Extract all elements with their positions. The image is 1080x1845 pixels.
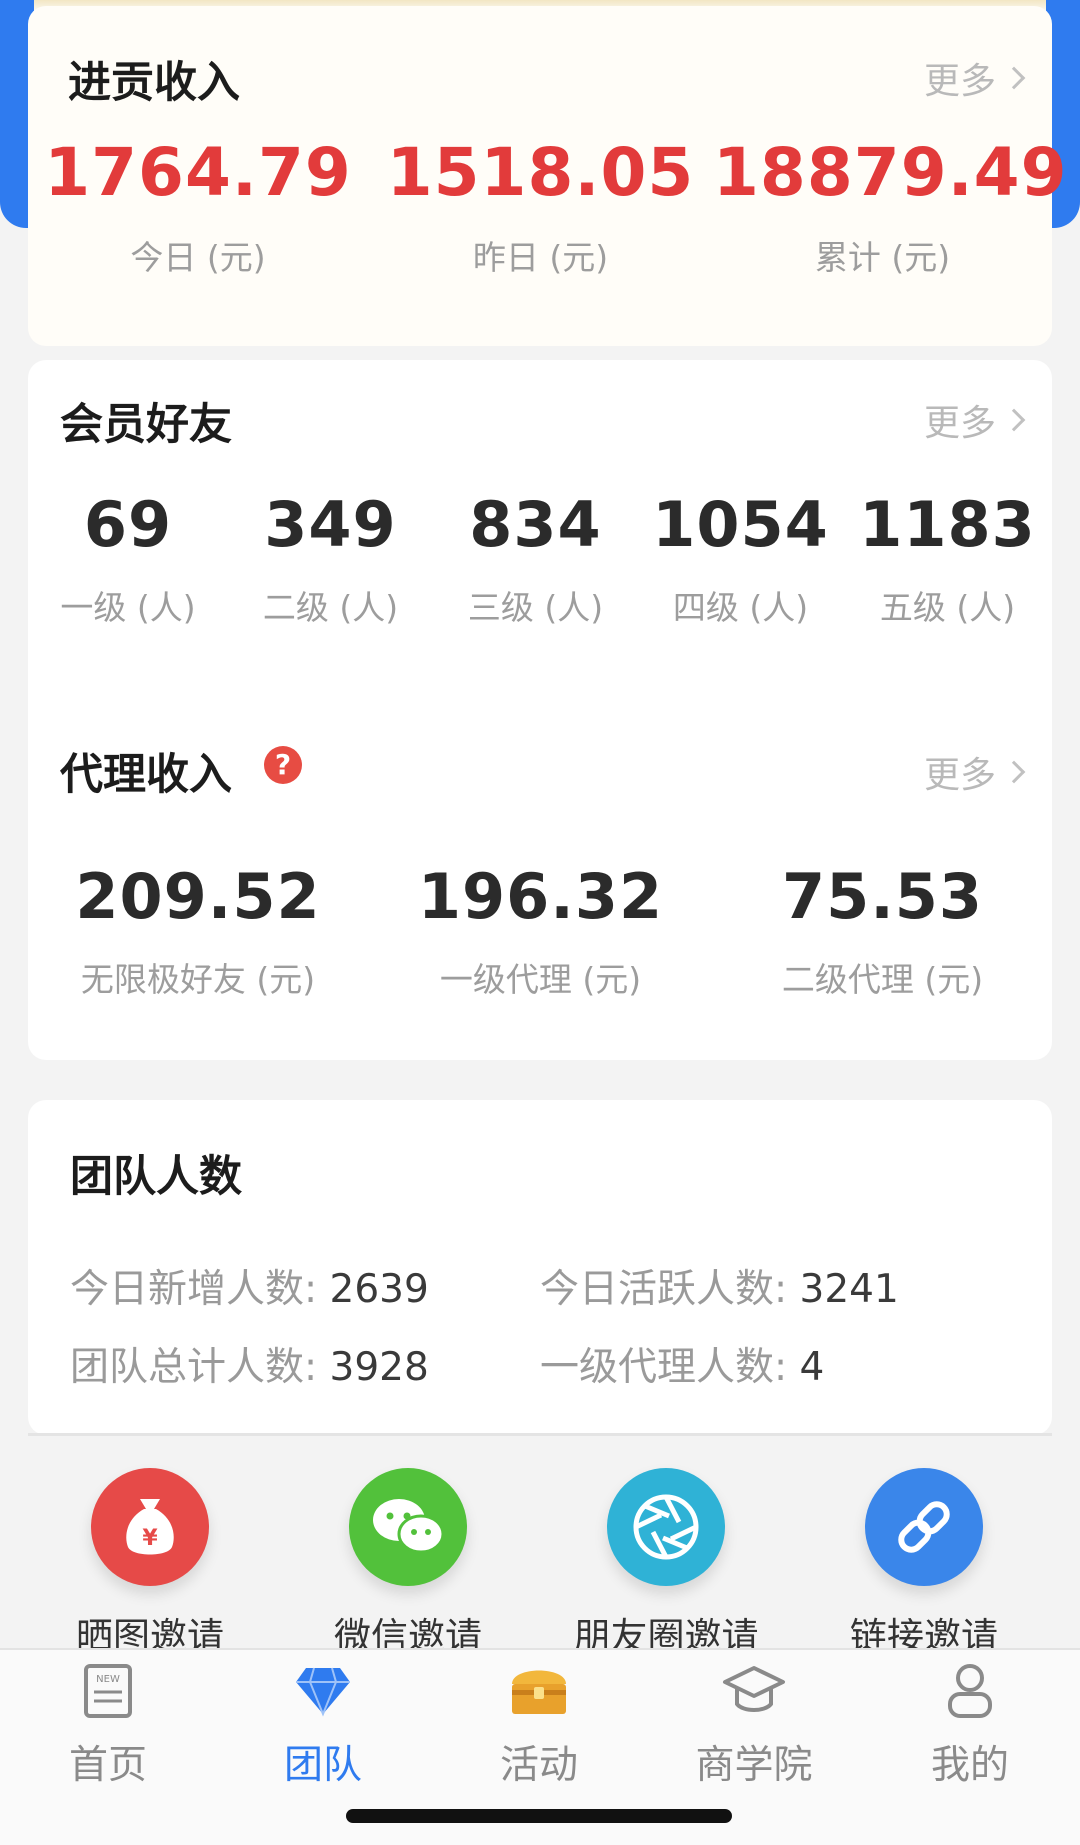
income-card: 进贡收入 更多 1764.79 今日 (元) 1518.05 昨日 (元) 18… <box>28 6 1068 346</box>
team-active-today-value: 3241 <box>799 1267 899 1312</box>
member-level-3[interactable]: 834 三级 (人) <box>433 488 638 629</box>
income-total[interactable]: 18879.49 累计 (元) <box>713 134 1068 279</box>
invite-wechat[interactable]: 微信邀请 <box>298 1468 518 1652</box>
team-agent-count-label: 一级代理人数: <box>540 1345 800 1390</box>
member-level-4-label: 四级 (人) <box>672 588 809 627</box>
tab-mine[interactable]: 我的 <box>890 1660 1050 1790</box>
more-label: 更多 <box>923 755 996 796</box>
diamond-icon <box>243 1660 403 1730</box>
agent-level-1-value: 196.32 <box>417 860 664 933</box>
income-today[interactable]: 1764.79 今日 (元) <box>28 134 368 279</box>
team-page: 进贡收入 更多 1764.79 今日 (元) 1518.05 昨日 (元) 18… <box>0 0 1080 1845</box>
team-new-today-value: 2639 <box>329 1267 429 1312</box>
invite-photo[interactable]: ¥ 晒图邀请 <box>40 1468 260 1652</box>
svg-text:NEW: NEW <box>96 1674 120 1685</box>
bottom-tab-bar: NEW 首页 团队 活动 商学院 我的 <box>0 1648 1080 1845</box>
link-icon <box>865 1468 983 1586</box>
members-card: 会员好友 更多 69 一级 (人) 349 二级 (人) 834 三级 (人) … <box>28 360 1052 1060</box>
members-more-link[interactable]: 更多 <box>923 394 1026 446</box>
member-level-4[interactable]: 1054 四级 (人) <box>638 488 843 629</box>
income-today-value: 1764.79 <box>44 134 352 211</box>
tab-activity[interactable]: 活动 <box>459 1660 619 1790</box>
team-new-today: 今日新增人数: 2639 <box>70 1258 429 1314</box>
member-level-2-value: 349 <box>264 488 397 561</box>
members-title: 会员好友 <box>60 400 232 450</box>
income-today-label: 今日 (元) <box>130 238 266 277</box>
team-new-today-label: 今日新增人数: <box>70 1267 330 1312</box>
member-level-4-value: 1054 <box>652 488 829 561</box>
agent-title: 代理收入 <box>60 750 232 800</box>
divider <box>28 1433 1052 1436</box>
agent-more-link[interactable]: 更多 <box>923 746 1026 798</box>
team-total-value: 3928 <box>329 1345 429 1390</box>
aperture-icon <box>607 1468 725 1586</box>
member-level-1-label: 一级 (人) <box>60 588 196 627</box>
tab-mine-label: 我的 <box>930 1743 1009 1788</box>
agent-level-2-label: 二级代理 (元) <box>781 960 984 999</box>
tab-academy-label: 商学院 <box>695 1743 813 1788</box>
svg-text:¥: ¥ <box>142 1526 158 1551</box>
team-agent-count: 一级代理人数: 4 <box>540 1336 824 1392</box>
user-icon <box>890 1660 1050 1730</box>
agent-unlimited-value: 209.52 <box>75 860 321 933</box>
team-active-today: 今日活跃人数: 3241 <box>540 1258 899 1314</box>
income-total-label: 累计 (元) <box>814 238 951 277</box>
news-icon: NEW <box>28 1660 188 1730</box>
agent-unlimited-label: 无限极好友 (元) <box>80 960 316 999</box>
income-more-link[interactable]: 更多 <box>923 52 1026 104</box>
income-total-value: 18879.49 <box>713 134 1068 211</box>
tab-home-label: 首页 <box>68 1743 147 1788</box>
member-level-3-value: 834 <box>469 488 602 561</box>
more-label: 更多 <box>923 403 996 444</box>
agent-level-2-value: 75.53 <box>781 860 984 933</box>
more-label: 更多 <box>923 61 996 102</box>
income-yesterday-label: 昨日 (元) <box>472 238 609 277</box>
team-total-label: 团队总计人数: <box>70 1345 330 1390</box>
member-level-2-label: 二级 (人) <box>262 588 399 627</box>
member-level-1-value: 69 <box>83 488 173 561</box>
tab-activity-label: 活动 <box>499 1743 578 1788</box>
agent-unlimited[interactable]: 209.52 无限极好友 (元) <box>28 860 368 1001</box>
member-level-2[interactable]: 349 二级 (人) <box>228 488 433 629</box>
member-level-5-value: 1183 <box>859 488 1036 561</box>
income-title: 进贡收入 <box>68 58 240 108</box>
treasure-chest-icon <box>459 1660 619 1730</box>
chevron-right-icon <box>1002 66 1026 90</box>
invite-link[interactable]: 链接邀请 <box>814 1468 1034 1652</box>
invite-photo-label: 晒图邀请 <box>76 1615 224 1652</box>
team-agent-count-value: 4 <box>799 1345 825 1390</box>
income-yesterday-value: 1518.05 <box>386 134 695 211</box>
graduation-cap-icon <box>674 1660 834 1730</box>
member-level-3-label: 三级 (人) <box>467 588 604 627</box>
agent-level-2[interactable]: 75.53 二级代理 (元) <box>713 860 1052 1001</box>
invite-moments-label: 朋友圈邀请 <box>573 1615 759 1652</box>
tab-team[interactable]: 团队 <box>243 1660 403 1790</box>
tab-home[interactable]: NEW 首页 <box>28 1660 188 1790</box>
money-bag-icon: ¥ <box>91 1468 209 1586</box>
team-total: 团队总计人数: 3928 <box>70 1336 429 1392</box>
member-level-5[interactable]: 1183 五级 (人) <box>843 488 1052 629</box>
chevron-right-icon <box>1002 760 1026 784</box>
tab-team-label: 团队 <box>283 1743 362 1788</box>
help-icon[interactable]: ? <box>264 746 302 784</box>
invite-moments[interactable]: 朋友圈邀请 <box>556 1468 776 1652</box>
member-level-5-label: 五级 (人) <box>879 588 1016 627</box>
home-indicator[interactable] <box>346 1809 732 1823</box>
invite-link-label: 链接邀请 <box>850 1615 998 1652</box>
income-yesterday[interactable]: 1518.05 昨日 (元) <box>368 134 713 279</box>
tab-academy[interactable]: 商学院 <box>674 1660 834 1790</box>
member-level-1[interactable]: 69 一级 (人) <box>28 488 228 629</box>
wechat-icon <box>349 1468 467 1586</box>
agent-level-1[interactable]: 196.32 一级代理 (元) <box>368 860 713 1001</box>
chevron-right-icon <box>1002 408 1026 432</box>
invite-wechat-label: 微信邀请 <box>334 1615 482 1652</box>
team-active-today-label: 今日活跃人数: <box>540 1267 800 1312</box>
team-title: 团队人数 <box>70 1152 242 1202</box>
team-card: 团队人数 今日新增人数: 2639 今日活跃人数: 3241 团队总计人数: 3… <box>28 1100 1052 1435</box>
agent-level-1-label: 一级代理 (元) <box>439 960 642 999</box>
